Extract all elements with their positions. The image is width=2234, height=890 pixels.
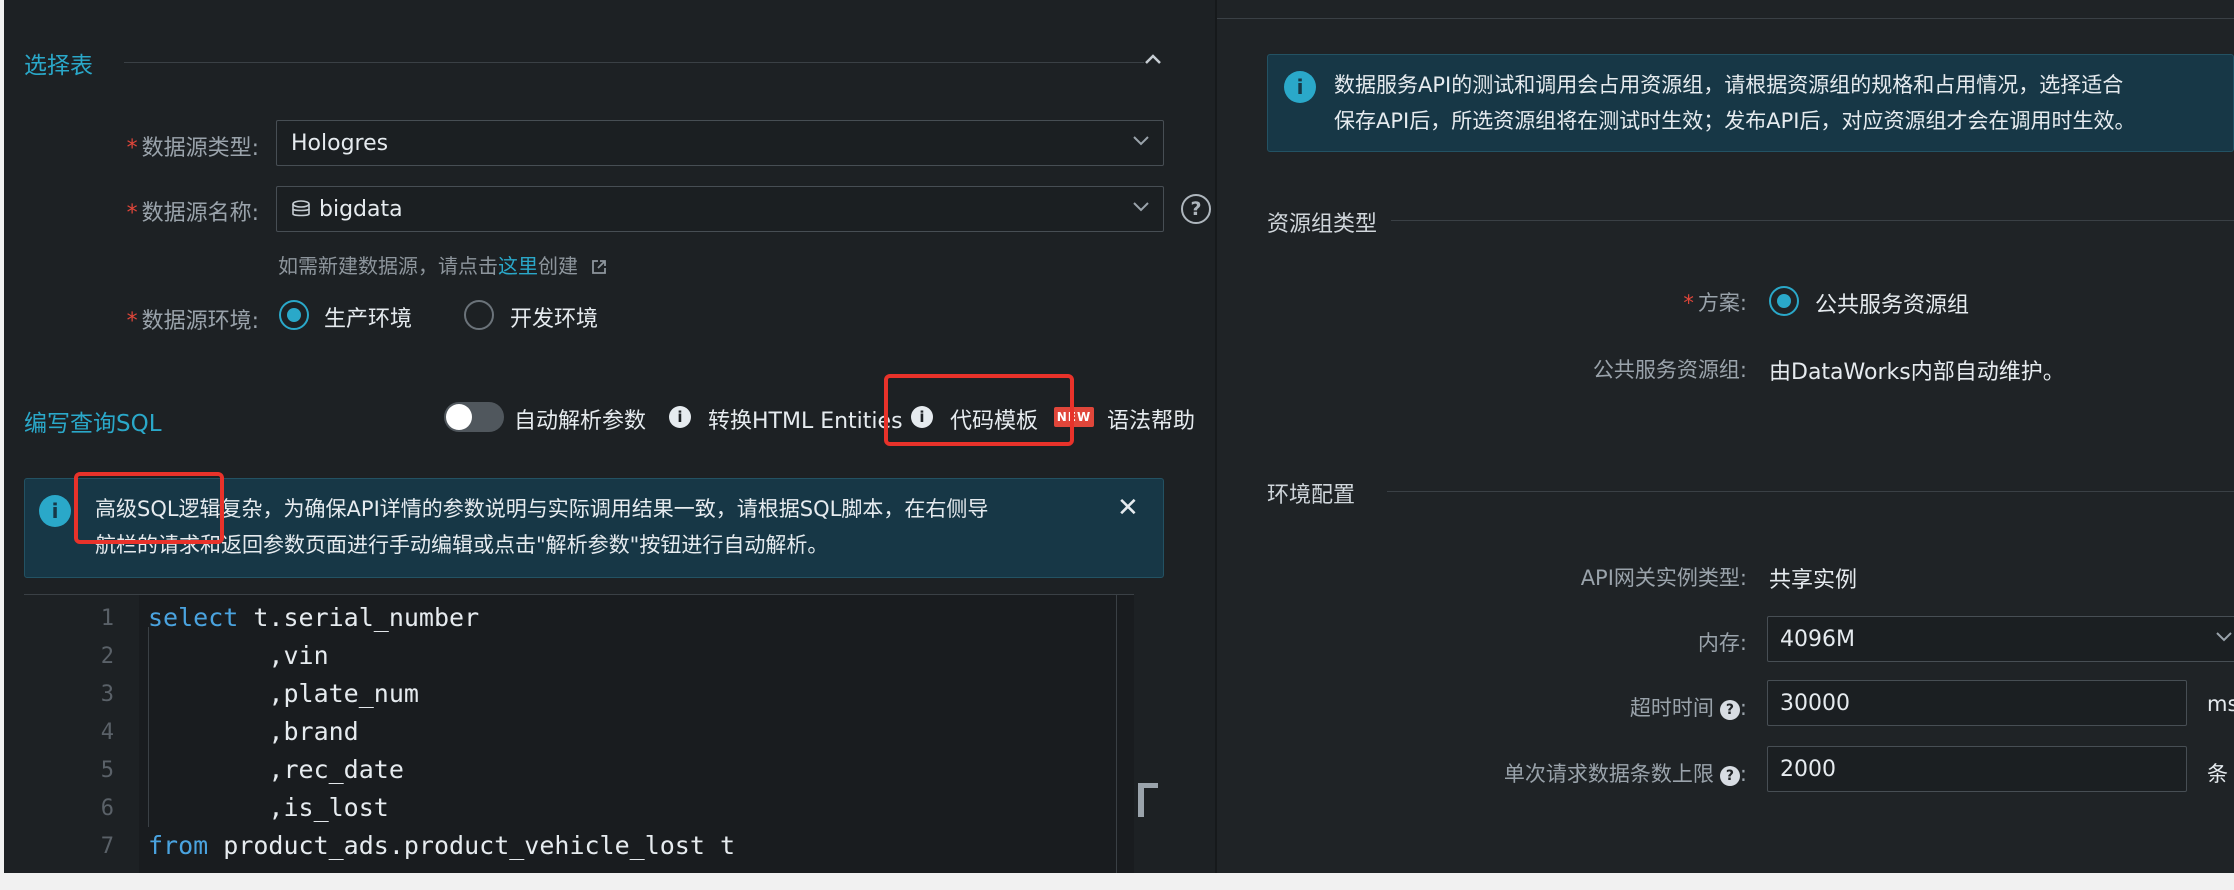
section-title-resource-group: 资源组类型 xyxy=(1267,212,1378,237)
question-icon[interactable]: ? xyxy=(1719,766,1740,786)
env-option-development-label: 开发环境 xyxy=(510,307,599,332)
info-circle-icon: i xyxy=(1284,71,1316,103)
public-group-value: 由DataWorks内部自动维护。 xyxy=(1769,360,2065,385)
top-divider xyxy=(1217,18,2234,19)
editor-scrollbar[interactable] xyxy=(1116,594,1117,873)
code-text: product_ads.product_vehicle_lost t xyxy=(208,831,736,860)
create-datasource-link[interactable]: 这里 xyxy=(498,254,538,278)
code-text: ,plate_num xyxy=(148,679,419,708)
gateway-value: 共享实例 xyxy=(1769,568,1858,593)
memory-select[interactable]: 4096M xyxy=(1767,616,2234,662)
code-text: ,vin xyxy=(148,641,329,670)
text-cursor-icon xyxy=(1138,783,1158,817)
section-title-env-config: 环境配置 xyxy=(1267,483,1356,508)
datasource-type-value: Hologres xyxy=(291,131,389,156)
sql-notice-line1: 高级SQL逻辑复杂，为确保API详情的参数说明与实际调用结果一致，请根据SQL脚… xyxy=(95,497,989,521)
syntax-help-link[interactable]: 语法帮助 xyxy=(1107,403,1195,435)
resource-notice-line1: 数据服务API的测试和调用会占用资源组，请根据资源组的规格和占用情况，选择适合 xyxy=(1334,73,2124,97)
line-number: 2 xyxy=(100,644,114,669)
public-group-label: 公共服务资源组: xyxy=(1592,358,1747,382)
plan-label: * 方案: xyxy=(1683,291,1747,315)
code-text: ,rec_date xyxy=(148,755,404,784)
timeout-label: 超时时间?: xyxy=(1629,696,1747,720)
right-panel: i 数据服务API的测试和调用会占用资源组，请根据资源组的规格和占用情况，选择适… xyxy=(1217,0,2234,873)
html-entities-label[interactable]: 转换HTML Entities xyxy=(708,403,903,435)
question-icon[interactable]: ? xyxy=(1719,700,1740,720)
code-line: from product_ads.product_vehicle_lost t xyxy=(148,831,735,860)
resource-notice-line2: 保存API后，所选资源组将在测试时生效；发布API后，对应资源组才会在调用时生效… xyxy=(1334,109,2136,133)
chevron-down-icon xyxy=(1133,136,1149,146)
left-panel: 选择表 * 数据源类型: Hologres * 数据源名称: bigdata ? 如… xyxy=(4,0,1215,873)
memory-value: 4096M xyxy=(1780,627,1855,652)
highlight-box-code-template xyxy=(884,374,1074,446)
sql-keyword: from xyxy=(148,831,209,860)
env-radio-development[interactable] xyxy=(464,300,494,330)
code-line: ,vin xyxy=(148,641,329,670)
limit-input[interactable]: 2000 xyxy=(1767,746,2187,792)
gateway-label: API网关实例类型: xyxy=(1580,566,1747,590)
code-text: t.serial_number xyxy=(238,603,480,632)
limit-label: 单次请求数据条数上限?: xyxy=(1503,762,1747,786)
plan-radio-public[interactable] xyxy=(1769,286,1799,316)
collapse-chevron-up-icon[interactable] xyxy=(1144,46,1162,70)
section-divider xyxy=(1391,220,2234,221)
screenshot: 选择表 * 数据源类型: Hologres * 数据源名称: bigdata ? 如… xyxy=(4,0,2234,873)
code-line: ,rec_date xyxy=(148,755,404,784)
chevron-down-icon xyxy=(1133,202,1149,212)
code-text: ,is_lost xyxy=(148,793,389,822)
datasource-type-select[interactable]: Hologres xyxy=(276,120,1164,166)
line-number: 6 xyxy=(100,796,114,821)
plan-value: 公共服务资源组 xyxy=(1815,293,1970,318)
code-line: select t.serial_number xyxy=(148,603,479,632)
chevron-down-icon xyxy=(2216,632,2232,642)
env-option-production-label: 生产环境 xyxy=(324,307,413,332)
database-icon xyxy=(292,200,310,217)
line-number: 4 xyxy=(100,720,114,745)
line-number: 7 xyxy=(100,834,114,859)
datasource-env-label: * 数据源环境: xyxy=(126,309,259,334)
highlight-box-advanced-sql xyxy=(74,472,224,544)
limit-unit: 条 xyxy=(2207,762,2228,786)
timeout-unit: ms xyxy=(2207,692,2234,716)
info-circle-icon: i xyxy=(39,495,71,527)
code-line: ,is_lost xyxy=(148,793,389,822)
memory-label: 内存: xyxy=(1697,631,1747,655)
code-line: ,brand xyxy=(148,717,359,746)
timeout-input[interactable]: 30000 xyxy=(1767,680,2187,726)
limit-value: 2000 xyxy=(1780,757,1836,782)
datasource-name-value: bigdata xyxy=(319,197,403,222)
timeout-value: 30000 xyxy=(1780,691,1850,716)
line-number: 3 xyxy=(100,682,114,707)
datasource-name-select[interactable]: bigdata xyxy=(276,186,1164,232)
sql-keyword: select xyxy=(148,603,239,632)
auto-parse-toggle[interactable] xyxy=(444,402,504,432)
line-number: 5 xyxy=(100,758,114,783)
info-icon[interactable]: i xyxy=(669,406,691,428)
code-text: ,brand xyxy=(148,717,359,746)
section-title-sql: 编写查询SQL xyxy=(24,411,162,437)
datasource-name-label: * 数据源名称: xyxy=(126,201,259,226)
question-circle-icon[interactable]: ? xyxy=(1181,194,1211,224)
external-link-icon[interactable] xyxy=(590,258,608,276)
datasource-type-label: * 数据源类型: xyxy=(126,136,259,161)
code-line: ,plate_num xyxy=(148,679,419,708)
line-number: 1 xyxy=(100,606,114,631)
env-radio-production[interactable] xyxy=(279,300,309,330)
section-divider xyxy=(124,62,1144,63)
section-divider xyxy=(1387,491,2234,492)
section-title-select-table: 选择表 xyxy=(24,53,93,79)
create-datasource-hint: 如需新建数据源，请点击这里创建 xyxy=(278,250,608,279)
auto-parse-label: 自动解析参数 xyxy=(514,409,647,434)
resource-notice-banner: i 数据服务API的测试和调用会占用资源组，请根据资源组的规格和占用情况，选择适… xyxy=(1267,54,2234,152)
sql-code-editor[interactable]: 1 select t.serial_number 2 ,vin 3 ,plate_nu… xyxy=(24,594,1134,873)
close-icon[interactable]: ✕ xyxy=(1117,493,1139,523)
